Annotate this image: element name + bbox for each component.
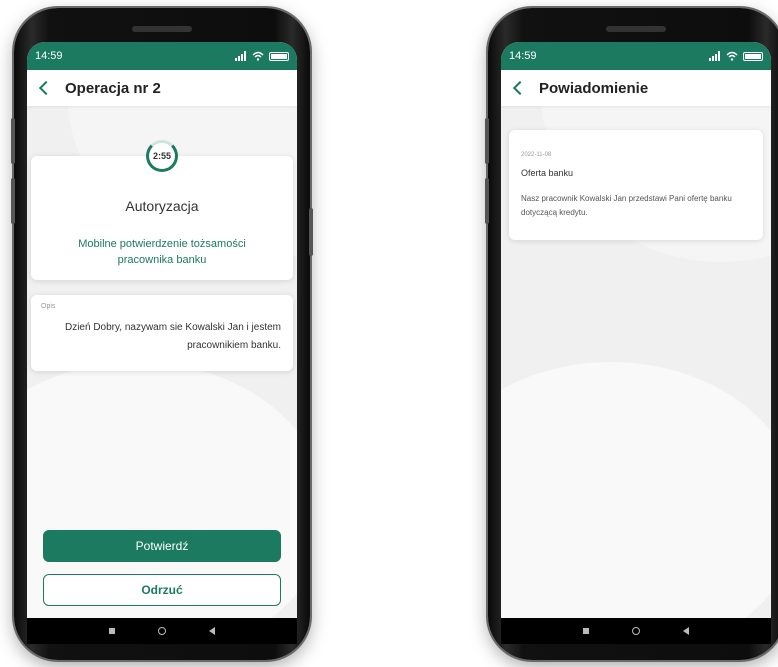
description-text: Dzień Dobry, nazywam sie Kowalski Jan i … [64, 322, 281, 351]
reject-button[interactable]: Odrzuć [43, 574, 281, 606]
back-icon[interactable] [209, 627, 216, 635]
authorization-subtitle: Mobilne potwierdzenie tożsamości pracown… [78, 238, 246, 266]
notification-body: Nasz pracownik Kowalski Jan przedstawi P… [521, 194, 732, 217]
wifi-icon [252, 51, 264, 61]
battery-icon [743, 51, 763, 61]
status-bar: 14:59 [27, 42, 297, 70]
authorization-title: Autoryzacja [125, 198, 199, 214]
countdown-timer: 2:55 [146, 140, 178, 172]
volume-button [485, 178, 489, 224]
app-header: Powiadomienie [501, 70, 771, 106]
screen: 14:59 Powiadomienie 2022-11-08 Oferta ba… [501, 42, 771, 618]
page-title: Operacja nr 2 [65, 79, 161, 97]
status-bar: 14:59 [501, 42, 771, 70]
authorization-card: Autoryzacja Mobilne potwierdzenie tożsam… [31, 156, 293, 280]
back-arrow-icon[interactable] [512, 80, 528, 96]
speaker-grille [606, 26, 666, 32]
phone-right: 14:59 Powiadomienie 2022-11-08 Oferta ba… [485, 8, 778, 660]
android-nav-bar [501, 618, 771, 644]
page-title: Powiadomienie [539, 79, 649, 97]
description-card: Opis Dzień Dobry, nazywam sie Kowalski J… [31, 295, 293, 371]
notification-card[interactable]: 2022-11-08 Oferta banku Nasz pracownik K… [509, 130, 763, 240]
android-nav-bar [27, 618, 297, 644]
notification-date: 2022-11-08 [521, 152, 552, 158]
speaker-grille [132, 26, 192, 32]
volume-button [11, 178, 15, 224]
app-header: Operacja nr 2 [27, 70, 297, 106]
recent-apps-icon[interactable] [108, 628, 115, 634]
description-label: Opis [41, 303, 56, 310]
status-time: 14:59 [509, 50, 537, 62]
volume-button [11, 118, 15, 164]
power-button [309, 208, 313, 256]
battery-icon [269, 51, 289, 61]
confirm-button[interactable]: Potwierdź [43, 530, 281, 562]
status-time: 14:59 [35, 50, 63, 62]
screen: 14:59 Operacja nr 2 2:55 Autoryzacja Mob… [27, 42, 297, 618]
phone-left: 14:59 Operacja nr 2 2:55 Autoryzacja Mob… [11, 8, 313, 660]
signal-icon [709, 51, 720, 61]
volume-button [485, 118, 489, 164]
home-icon[interactable] [157, 627, 166, 635]
home-icon[interactable] [631, 627, 640, 635]
signal-icon [235, 51, 246, 61]
back-icon[interactable] [683, 627, 690, 635]
wifi-icon [726, 51, 738, 61]
notification-title: Oferta banku [521, 168, 574, 178]
recent-apps-icon[interactable] [582, 628, 589, 634]
back-arrow-icon[interactable] [38, 80, 54, 96]
